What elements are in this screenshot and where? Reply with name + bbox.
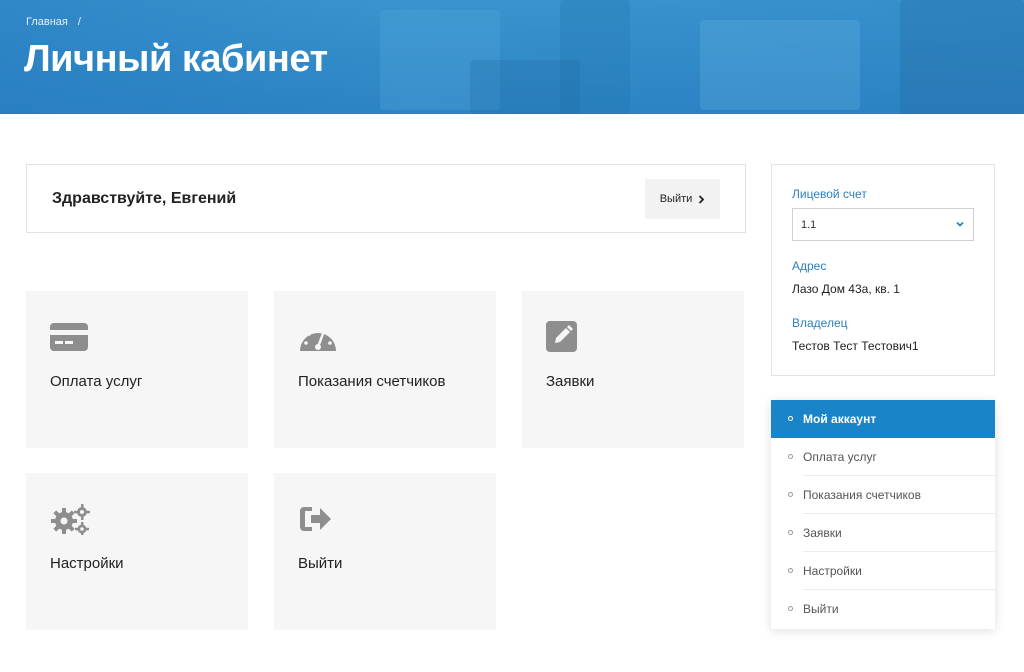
gears-icon: [51, 504, 90, 535]
bullet-icon: [788, 530, 793, 535]
tile-requests[interactable]: Заявки: [522, 291, 744, 448]
menu-item-label: Показания счетчиков: [803, 488, 921, 502]
tile-payment[interactable]: Оплата услуг: [26, 291, 248, 448]
credit-card-icon: [50, 323, 88, 351]
greeting-panel: Здравствуйте, Евгений Выйти: [26, 164, 746, 233]
account-number-label: Лицевой счет: [792, 187, 867, 201]
tile-logout[interactable]: Выйти: [274, 473, 496, 630]
greeting-text: Здравствуйте, Евгений: [52, 190, 237, 207]
header-background-shape: [470, 60, 580, 114]
account-select-value: 1.1: [801, 218, 817, 231]
menu-item-label: Заявки: [803, 526, 842, 540]
address-value: Лазо Дом 43а, кв. 1: [792, 282, 900, 296]
bullet-icon: [788, 416, 793, 421]
breadcrumb: Главная /: [26, 16, 81, 28]
owner-label: Владелец: [792, 316, 848, 330]
tile-label: Заявки: [546, 373, 595, 390]
bullet-icon: [788, 492, 793, 497]
tile-label: Выйти: [298, 555, 343, 572]
page-header: Главная / Личный кабинет: [0, 0, 1024, 114]
tile-settings[interactable]: Настройки: [26, 473, 248, 630]
chevron-down-icon: [956, 221, 964, 227]
owner-value: Тестов Тест Тестович1: [792, 339, 919, 353]
menu-item-meter-readings[interactable]: Показания счетчиков: [771, 476, 995, 514]
logout-button-label: Выйти: [659, 193, 693, 205]
bullet-icon: [788, 606, 793, 611]
page-title: Личный кабинет: [24, 38, 328, 80]
account-select[interactable]: 1.1: [792, 208, 974, 241]
menu-item-settings[interactable]: Настройки: [771, 552, 995, 590]
menu-item-label: Настройки: [803, 564, 862, 578]
account-panel: Лицевой счет 1.1 Адрес Лазо Дом 43а, кв.…: [771, 164, 995, 376]
menu-item-label: Мой аккаунт: [803, 412, 877, 426]
menu-item-requests[interactable]: Заявки: [771, 514, 995, 552]
menu-item-label: Выйти: [803, 602, 839, 616]
sign-out-icon: [300, 507, 331, 531]
address-label: Адрес: [792, 259, 827, 273]
side-menu: Мой аккаунт Оплата услуг Показания счетч…: [771, 400, 995, 629]
edit-icon: [546, 321, 577, 352]
breadcrumb-separator: /: [77, 16, 81, 28]
gauge-icon: [300, 328, 336, 351]
tile-label: Показания счетчиков: [298, 373, 446, 390]
header-background-shape: [700, 20, 860, 110]
bullet-icon: [788, 568, 793, 573]
menu-item-payment[interactable]: Оплата услуг: [771, 438, 995, 476]
menu-item-my-account[interactable]: Мой аккаунт: [771, 400, 995, 438]
tile-label: Оплата услуг: [50, 373, 143, 390]
menu-item-label: Оплата услуг: [803, 450, 877, 464]
menu-item-logout[interactable]: Выйти: [771, 590, 995, 628]
tile-meter-readings[interactable]: Показания счетчиков: [274, 291, 496, 448]
breadcrumb-home-link[interactable]: Главная: [26, 16, 68, 28]
logout-button[interactable]: Выйти: [645, 179, 720, 219]
header-background-shape: [900, 0, 1024, 114]
tile-label: Настройки: [50, 555, 124, 572]
chevron-right-icon: [699, 194, 705, 204]
bullet-icon: [788, 454, 793, 459]
